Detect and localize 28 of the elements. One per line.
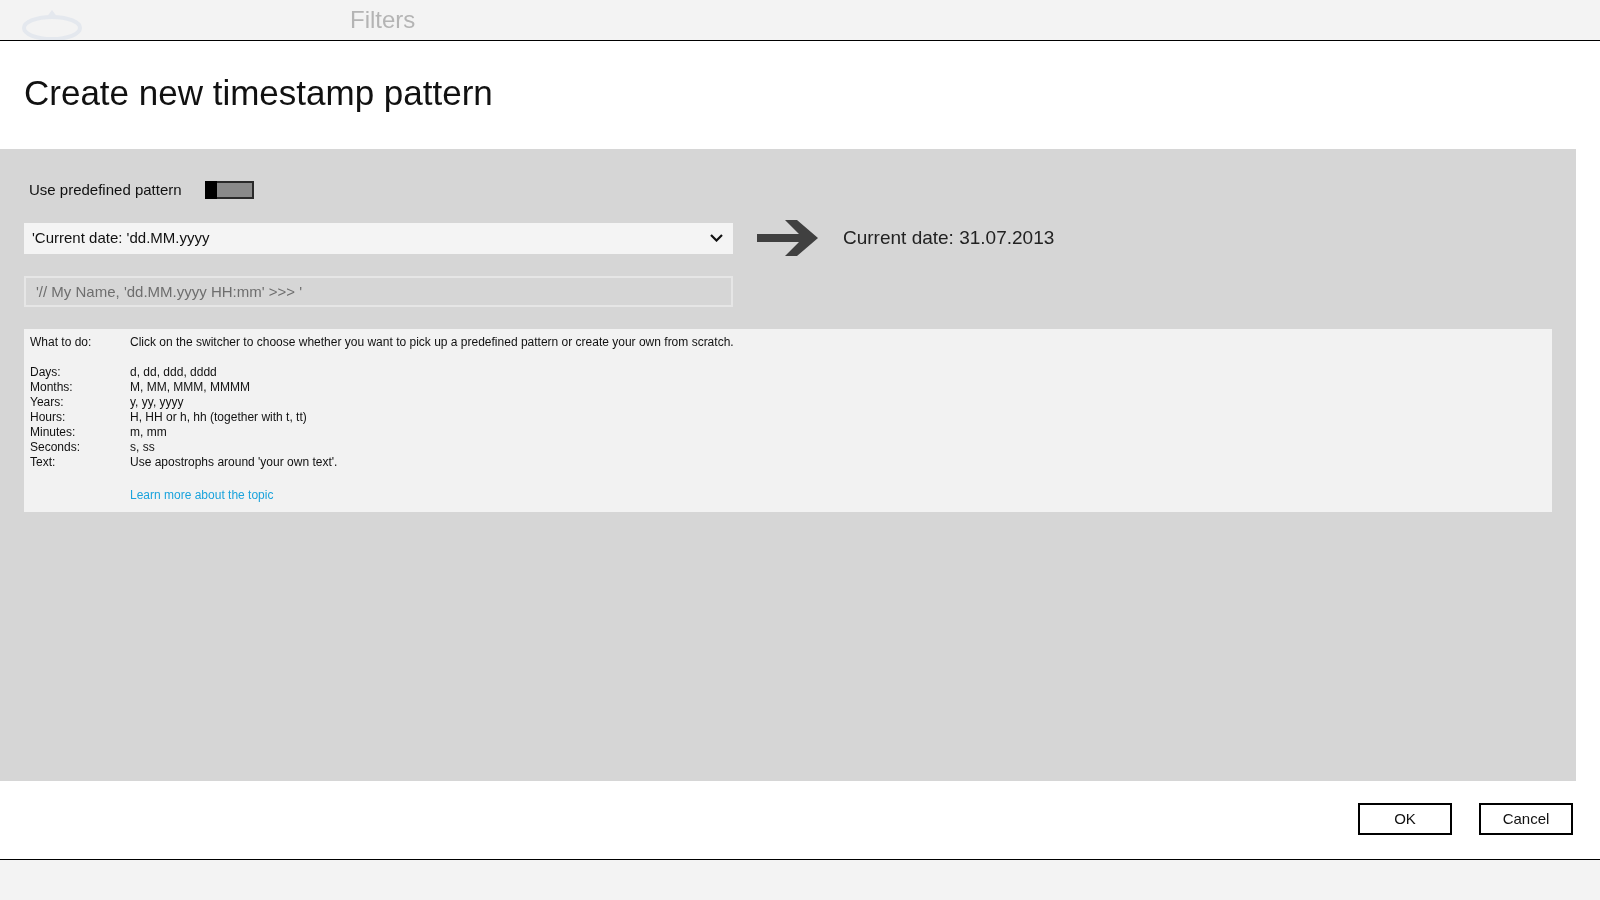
help-text: s, ss [130, 440, 155, 455]
help-label: Days: [30, 365, 62, 380]
help-label: Months: [30, 380, 74, 395]
help-text: H, HH or h, hh (together with t, tt) [130, 410, 307, 425]
help-text: Use apostrophs around 'your own text'. [130, 455, 338, 470]
help-label: Hours: [30, 410, 67, 425]
chevron-down-icon [710, 234, 723, 242]
help-label: What to do: [30, 335, 93, 350]
custom-pattern-field[interactable]: '// My Name, 'dd.MM.yyyy HH:mm' >>> ' [24, 276, 733, 307]
toggle-label: Use predefined pattern [29, 179, 183, 200]
help-text: M, MM, MMM, MMMM [130, 380, 250, 395]
dialog-button[interactable]: Cancel [1479, 803, 1573, 835]
help-text: Click on the switcher to choose whether you want to pick up a predefined pattern or create your own from scratch. [130, 335, 734, 350]
help-label: Minutes: [30, 425, 77, 440]
help-label: Seconds: [30, 440, 82, 455]
dialog-button[interactable]: OK [1358, 803, 1452, 835]
dialog-title: Create new timestamp pattern [24, 71, 493, 114]
arrow-right-icon [757, 218, 818, 258]
toggle-switch[interactable] [205, 181, 254, 199]
help-label: Years: [30, 395, 65, 410]
background-title: Filters [350, 5, 416, 35]
help-text: d, dd, ddd, dddd [130, 365, 217, 380]
help-label: Text: [30, 455, 57, 470]
help-text: y, yy, yyyy [130, 395, 184, 410]
preview-text: Current date: 31.07.2013 [843, 225, 1055, 250]
logo-icon [22, 8, 82, 40]
pattern-dropdown[interactable]: 'Current date: 'dd.MM.yyyy [24, 222, 733, 254]
help-text: m, mm [130, 425, 167, 440]
